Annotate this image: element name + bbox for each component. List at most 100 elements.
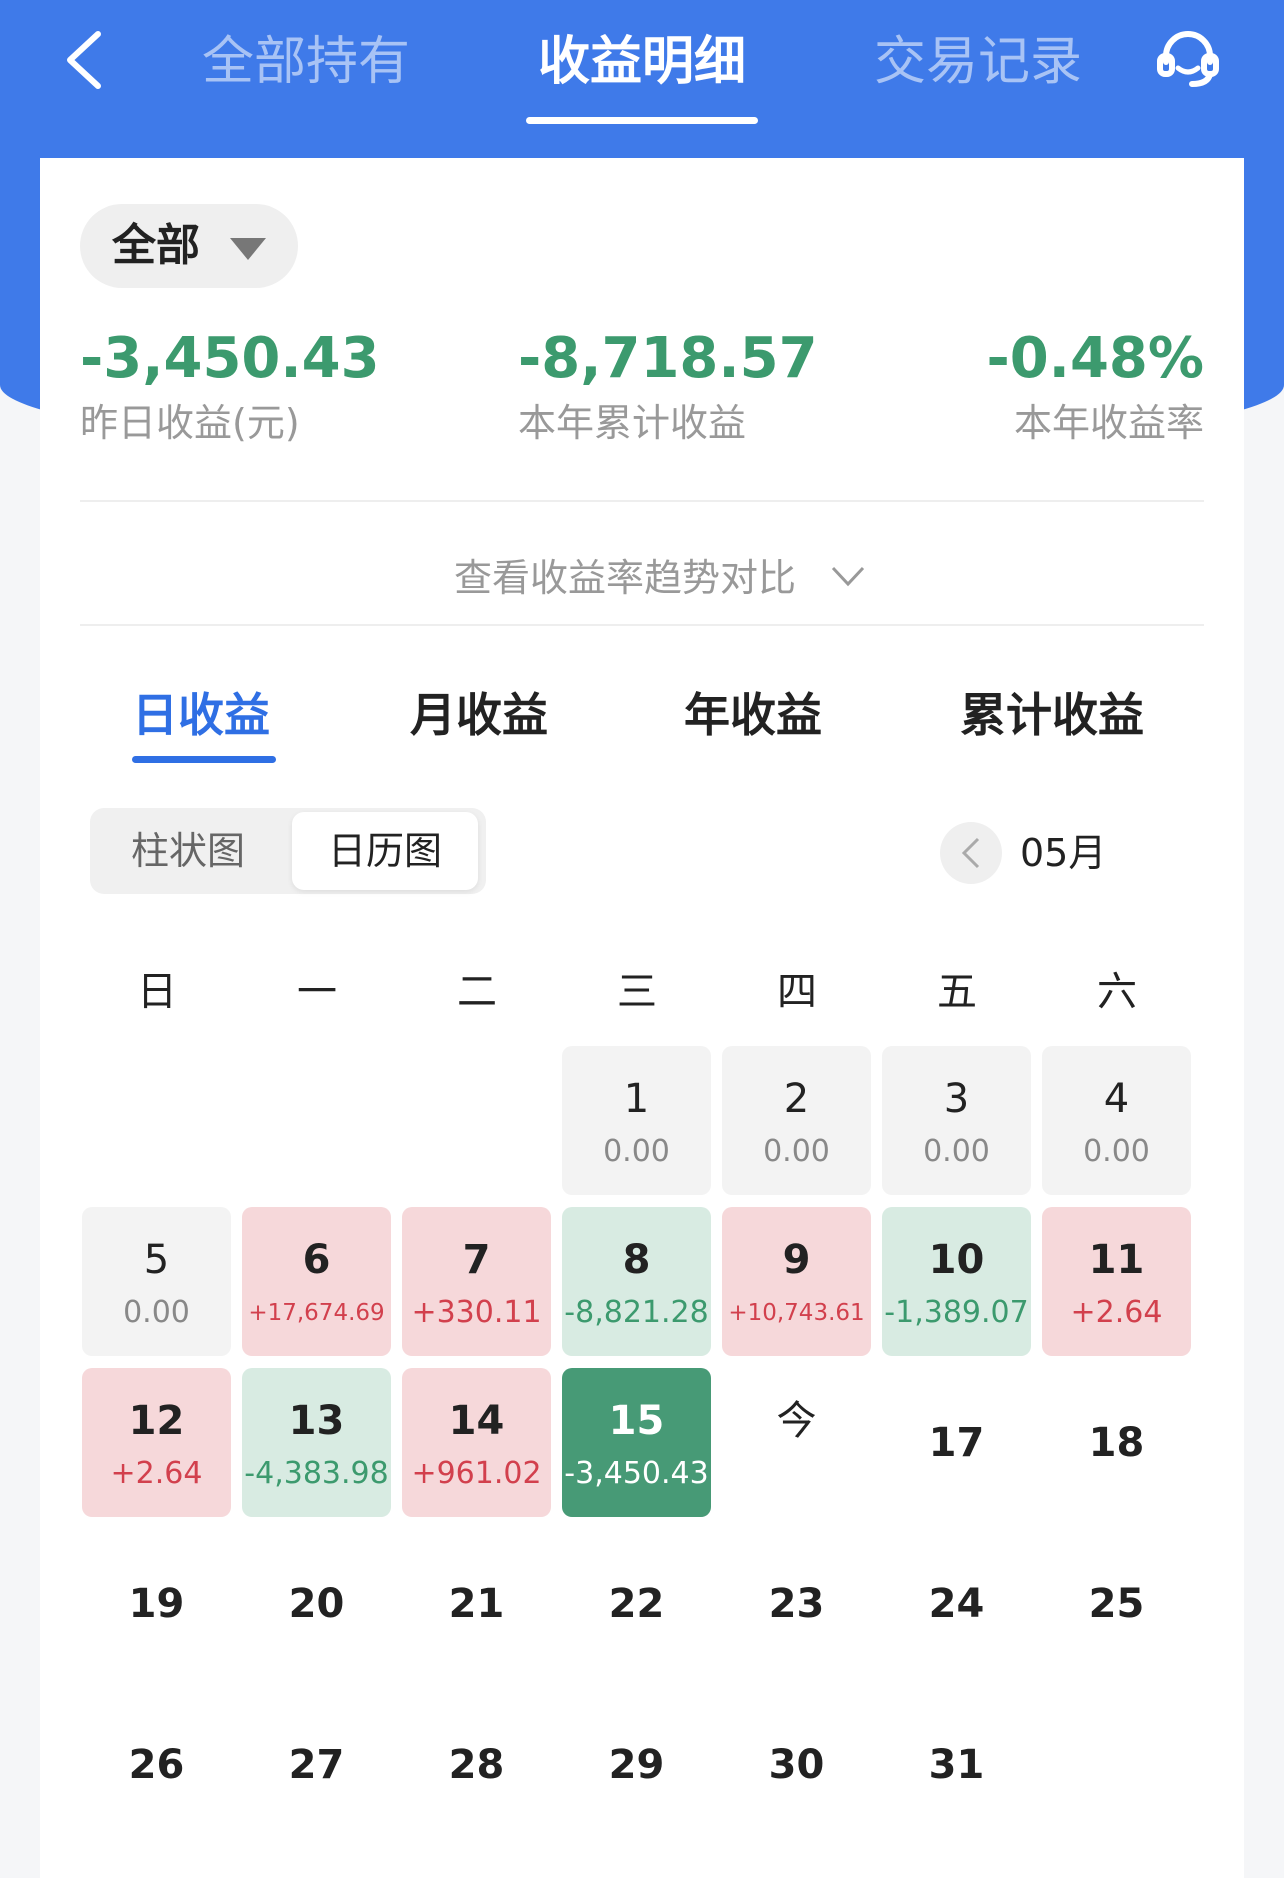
calendar-day[interactable]: 6 +17,674.69: [242, 1207, 391, 1356]
weekday-label: 二: [457, 969, 497, 1015]
active-tab-indicator: [526, 117, 758, 124]
calendar-day[interactable]: 14 +961.02: [402, 1368, 551, 1517]
day-income: +2.64: [110, 1456, 203, 1491]
tab-all-holdings[interactable]: 全部持有: [188, 22, 424, 102]
day-income: 0.00: [763, 1134, 830, 1169]
calendar-day[interactable]: 19: [82, 1529, 231, 1678]
calendar-day[interactable]: 2 0.00: [722, 1046, 871, 1195]
active-period-indicator: [132, 756, 276, 763]
calendar-day[interactable]: 23: [722, 1529, 871, 1678]
calendar-day[interactable]: 9 +10,743.61: [722, 1207, 871, 1356]
calendar-day[interactable]: 30: [722, 1690, 871, 1839]
stat-year-total: -8,718.57 本年累计收益: [518, 324, 818, 448]
day-number: 18: [1088, 1420, 1145, 1466]
tab-monthly-income[interactable]: 月收益: [410, 680, 548, 750]
weekday-label: 日: [137, 969, 177, 1015]
day-number: 21: [448, 1581, 505, 1627]
day-number: 24: [928, 1581, 985, 1627]
calendar-day[interactable]: 3 0.00: [882, 1046, 1031, 1195]
day-number: 3: [943, 1076, 970, 1122]
view-toggle: 柱状图 日历图: [90, 808, 486, 894]
divider: [80, 624, 1204, 626]
day-income: +330.11: [411, 1295, 542, 1330]
trend-compare-link[interactable]: 查看收益率趋势对比: [40, 538, 1244, 618]
day-number: 13: [288, 1398, 345, 1444]
day-number: 19: [128, 1581, 185, 1627]
back-arrow-icon[interactable]: [58, 28, 108, 92]
calendar-day[interactable]: 20: [242, 1529, 391, 1678]
tab-daily-income[interactable]: 日收益: [132, 680, 270, 750]
divider: [80, 500, 1204, 502]
filter-dropdown[interactable]: 全部: [80, 204, 298, 288]
toggle-bar-chart[interactable]: 柱状图: [90, 808, 286, 894]
customer-service-icon[interactable]: [1152, 22, 1224, 94]
calendar-day[interactable]: 5 0.00: [82, 1207, 231, 1356]
day-number: 23: [768, 1581, 825, 1627]
calendar-day[interactable]: 13 -4,383.98: [242, 1368, 391, 1517]
day-number: 7: [462, 1237, 491, 1283]
stat-label: 本年累计收益: [518, 401, 747, 445]
day-income: +10,743.61: [728, 1300, 865, 1326]
weekday-label: 六: [1097, 969, 1137, 1015]
stat-value: -8,718.57: [518, 326, 818, 391]
calendar-day[interactable]: 31: [882, 1690, 1031, 1839]
calendar-day[interactable]: 4 0.00: [1042, 1046, 1191, 1195]
day-income: -4,383.98: [244, 1456, 389, 1491]
day-number: 30: [768, 1742, 825, 1788]
day-income: +961.02: [411, 1456, 542, 1491]
day-number: 12: [128, 1398, 185, 1444]
calendar-day[interactable]: 12 +2.64: [82, 1368, 231, 1517]
calendar-day[interactable]: 28: [402, 1690, 551, 1839]
weekday-label: 五: [937, 969, 977, 1015]
calendar-day[interactable]: 1 0.00: [562, 1046, 711, 1195]
day-number: 22: [608, 1581, 665, 1627]
calendar-day[interactable]: 21: [402, 1529, 551, 1678]
current-month: 05月: [1020, 831, 1107, 875]
calendar-day[interactable]: 11 +2.64: [1042, 1207, 1191, 1356]
tab-yearly-income[interactable]: 年收益: [684, 680, 822, 750]
calendar-day[interactable]: 18: [1042, 1368, 1191, 1517]
stat-value: -0.48%: [986, 326, 1204, 391]
day-income: -1,389.07: [884, 1295, 1029, 1330]
day-income: 0.00: [1083, 1134, 1150, 1169]
stat-value: -3,450.43: [80, 326, 380, 391]
stat-label: 昨日收益(元): [80, 401, 300, 445]
tab-transaction-records[interactable]: 交易记录: [862, 22, 1094, 102]
day-number: 14: [448, 1398, 505, 1444]
calendar-day[interactable]: 27: [242, 1690, 391, 1839]
day-number: 31: [928, 1742, 985, 1788]
caret-down-icon: [230, 238, 266, 260]
calendar-day[interactable]: 7 +330.11: [402, 1207, 551, 1356]
weekday-label: 四: [777, 969, 817, 1015]
stat-yesterday: -3,450.43 昨日收益(元): [80, 324, 380, 448]
calendar-day[interactable]: 15 -3,450.43: [562, 1368, 711, 1517]
toggle-calendar[interactable]: 日历图: [292, 812, 478, 890]
calendar-day[interactable]: 26: [82, 1690, 231, 1839]
calendar-day[interactable]: 10 -1,389.07: [882, 1207, 1031, 1356]
calendar-day[interactable]: 17: [882, 1368, 1031, 1517]
tab-income-details[interactable]: 收益明细: [522, 22, 762, 102]
calendar-day[interactable]: 24: [882, 1529, 1031, 1678]
day-income: -8,821.28: [564, 1295, 709, 1330]
tab-cumulative-income[interactable]: 累计收益: [960, 680, 1144, 750]
day-number: 11: [1088, 1237, 1145, 1283]
top-nav: 全部持有 收益明细 交易记录: [0, 0, 1284, 140]
day-income: 0.00: [923, 1134, 990, 1169]
day-income: +2.64: [1070, 1295, 1163, 1330]
day-number: 8: [622, 1237, 651, 1283]
previous-month-button[interactable]: [940, 822, 1002, 884]
chevron-down-icon: [831, 566, 865, 587]
day-number: 29: [608, 1742, 665, 1788]
day-number: 4: [1103, 1076, 1130, 1122]
calendar-day-today[interactable]: 今: [722, 1368, 871, 1517]
calendar-day[interactable]: 8 -8,821.28: [562, 1207, 711, 1356]
calendar-day[interactable]: 29: [562, 1690, 711, 1839]
day-number: 27: [288, 1742, 345, 1788]
calendar-day[interactable]: 25: [1042, 1529, 1191, 1678]
filter-label: 全部: [112, 220, 200, 271]
day-income: -3,450.43: [564, 1456, 709, 1491]
weekday-label: 一: [297, 969, 337, 1015]
day-income: 0.00: [123, 1295, 190, 1330]
calendar-day[interactable]: 22: [562, 1529, 711, 1678]
day-number: 1: [623, 1076, 650, 1122]
